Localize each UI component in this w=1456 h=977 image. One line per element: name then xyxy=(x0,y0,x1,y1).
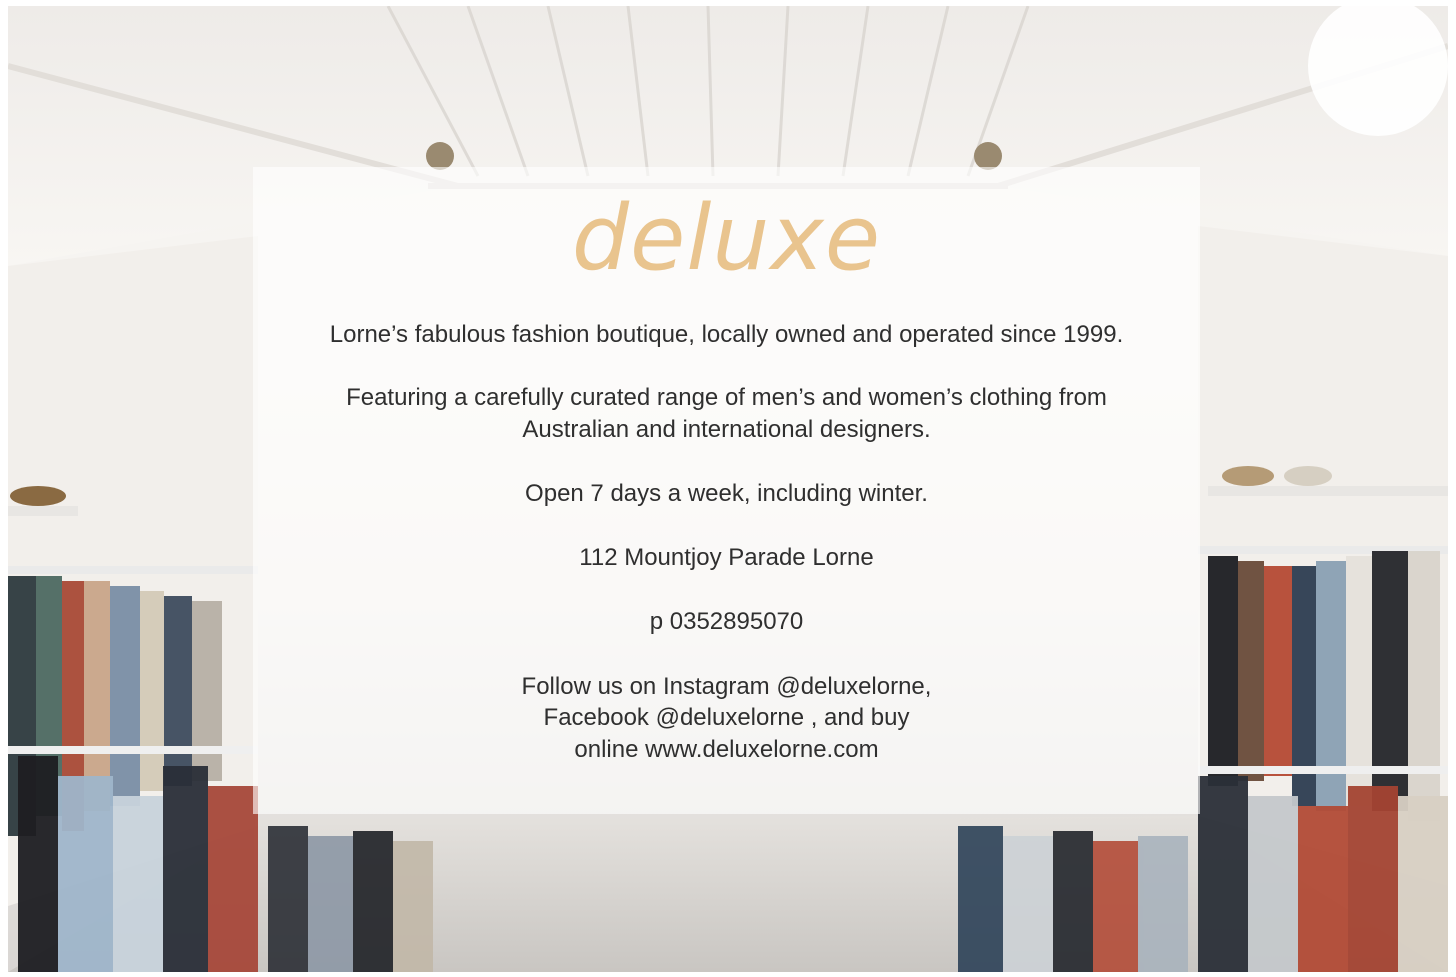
info-panel: deluxe Lorne’s fabulous fashion boutique… xyxy=(253,167,1200,814)
brand-logo: deluxe xyxy=(571,186,882,291)
opening-hours: Open 7 days a week, including winter. xyxy=(525,480,928,507)
address: 112 Mountjoy Parade Lorne xyxy=(579,544,874,571)
poster: deluxe Lorne’s fabulous fashion boutique… xyxy=(0,0,1456,977)
social-line-3: online www.deluxelorne.com xyxy=(574,736,879,763)
tagline: Lorne’s fabulous fashion boutique, local… xyxy=(329,321,1124,348)
social-line-2: Facebook @deluxelorne , and buy xyxy=(543,704,910,731)
featuring-line-1: Featuring a carefully curated range of m… xyxy=(346,384,1107,411)
social-line-1: Follow us on Instagram @deluxelorne, xyxy=(521,673,932,700)
phone-number: p 0352895070 xyxy=(649,608,804,635)
featuring-line-2: Australian and international designers. xyxy=(522,416,931,443)
